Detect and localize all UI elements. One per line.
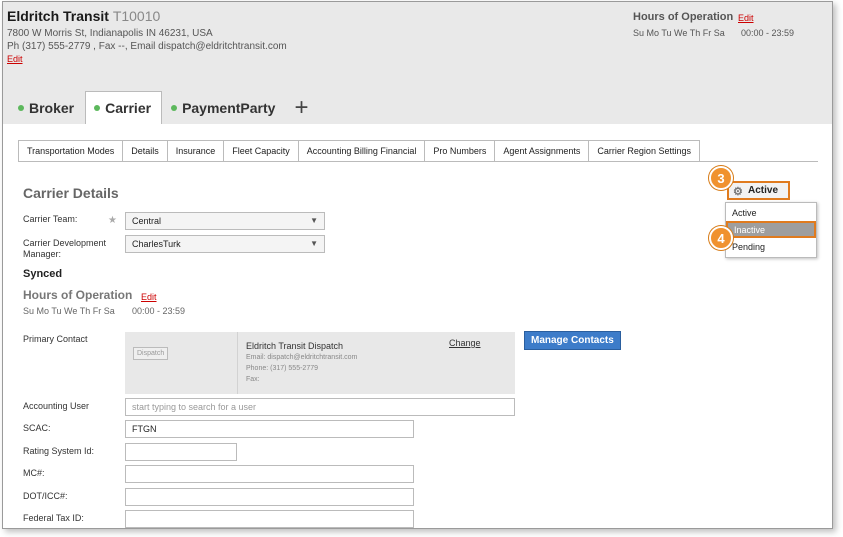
dot-icc-input[interactable] [125, 488, 414, 506]
accounting-user-input[interactable] [125, 398, 515, 416]
carrier-team-value: Central [132, 216, 162, 226]
primary-contact-label: Primary Contact [23, 334, 88, 344]
status-menu: Active Inactive Pending [725, 202, 817, 258]
subtab-carrier-region-settings[interactable]: Carrier Region Settings [589, 140, 700, 162]
rating-system-label: Rating System Id: [23, 446, 95, 456]
tab-carrier-label: Carrier [105, 100, 152, 116]
required-star-icon: ★ [108, 215, 117, 226]
federal-tax-input[interactable] [125, 510, 414, 528]
manage-contacts-button[interactable]: Manage Contacts [524, 331, 621, 350]
dev-manager-value: CharlesTurk [132, 239, 181, 249]
primary-contact-card: Dispatch Eldritch Transit Dispatch Email… [125, 332, 515, 394]
subtab-details[interactable]: Details [123, 140, 168, 162]
carrier-contact-line: Ph (317) 555-2779 , Fax --, Email dispat… [7, 41, 287, 52]
role-tabs: Broker Carrier PaymentParty + [9, 91, 316, 124]
carrier-team-select[interactable]: Central ▼ [125, 212, 325, 230]
scac-label: SCAC: [23, 423, 51, 433]
step-callout-4: 4 [709, 226, 733, 250]
carrier-header: Eldritch Transit T10010 7800 W Morris St… [3, 2, 832, 124]
synced-heading: Synced [23, 268, 63, 280]
subtab-divider [18, 161, 818, 162]
status-current-label: Active [747, 185, 778, 196]
tab-broker-label: Broker [29, 100, 75, 116]
carrier-name: Eldritch Transit T10010 [7, 8, 160, 24]
hours-edit-link[interactable]: Edit [141, 292, 157, 302]
change-contact-link[interactable]: Change [449, 338, 481, 348]
add-tab-plus-icon[interactable]: + [286, 91, 316, 124]
step-callout-3: 3 [709, 166, 733, 190]
dev-manager-select[interactable]: CharlesTurk ▼ [125, 235, 325, 253]
contact-name: Eldritch Transit Dispatch [246, 341, 344, 351]
contact-divider [237, 332, 238, 394]
hours-title: Hours of Operation [23, 288, 133, 302]
app-window: Eldritch Transit T10010 7800 W Morris St… [2, 1, 833, 529]
contact-phone: Phone: (317) 555-2779 [246, 365, 318, 372]
contact-type-badge: Dispatch [133, 347, 169, 360]
dev-manager-label-1: Carrier Development [23, 238, 107, 248]
status-option-active[interactable]: Active [726, 204, 816, 221]
hours-time: 00:00 - 23:59 [132, 306, 186, 316]
gear-icon: ⚙ [733, 186, 743, 198]
mc-input[interactable] [125, 465, 414, 483]
status-dropdown-button[interactable]: ⚙ Active [727, 181, 790, 200]
header-hours-title: Hours of Operation [633, 11, 734, 23]
carrier-id: T10010 [112, 8, 161, 24]
subtab-transportation-modes[interactable]: Transportation Modes [18, 140, 124, 162]
status-dot-icon [171, 105, 178, 111]
chevron-down-icon: ▼ [310, 239, 318, 248]
carrier-name-text: Eldritch Transit [7, 8, 109, 24]
contact-fax: Fax: [246, 376, 260, 383]
status-option-pending[interactable]: Pending [726, 238, 816, 255]
chevron-down-icon: ▼ [310, 216, 318, 225]
carrier-address: 7800 W Morris St, Indianapolis IN 46231,… [7, 28, 213, 39]
federal-tax-label: Federal Tax ID: [23, 513, 84, 523]
tab-carrier[interactable]: Carrier [85, 91, 163, 124]
header-edit-link[interactable]: Edit [7, 54, 23, 64]
subtab-accounting-billing-financial[interactable]: Accounting Billing Financial [298, 140, 426, 162]
header-hours-days: Su Mo Tu We Th Fr Sa [633, 28, 725, 38]
status-option-inactive[interactable]: Inactive [726, 221, 816, 238]
status-dot-icon [18, 105, 24, 111]
section-title: Carrier Details [23, 185, 119, 201]
carrier-team-label: Carrier Team: [23, 214, 78, 224]
status-dot-icon [94, 105, 101, 111]
dot-icc-label: DOT/ICC#: [23, 491, 68, 501]
subtab-agent-assignments[interactable]: Agent Assignments [495, 140, 590, 162]
rating-system-input[interactable] [125, 443, 237, 461]
contact-email: Email: dispatch@eldritchtransit.com [246, 354, 358, 361]
dev-manager-label-2: Manager: [23, 249, 62, 259]
hours-days: Su Mo Tu We Th Fr Sa [23, 306, 115, 316]
subtab-fleet-capacity[interactable]: Fleet Capacity [224, 140, 299, 162]
subtab-pro-numbers[interactable]: Pro Numbers [425, 140, 496, 162]
header-hours-edit-link[interactable]: Edit [738, 13, 754, 23]
header-hours-time: 00:00 - 23:59 [741, 28, 795, 38]
detail-subtabs: Transportation Modes Details Insurance F… [18, 140, 700, 162]
tab-paymentparty-label: PaymentParty [182, 100, 276, 116]
subtab-insurance[interactable]: Insurance [167, 140, 225, 162]
scac-input[interactable]: FTGN [125, 420, 414, 438]
tab-paymentparty[interactable]: PaymentParty [162, 91, 287, 124]
accounting-user-label: Accounting User [23, 401, 90, 411]
mc-label: MC#: [23, 468, 45, 478]
tab-broker[interactable]: Broker [9, 91, 86, 124]
